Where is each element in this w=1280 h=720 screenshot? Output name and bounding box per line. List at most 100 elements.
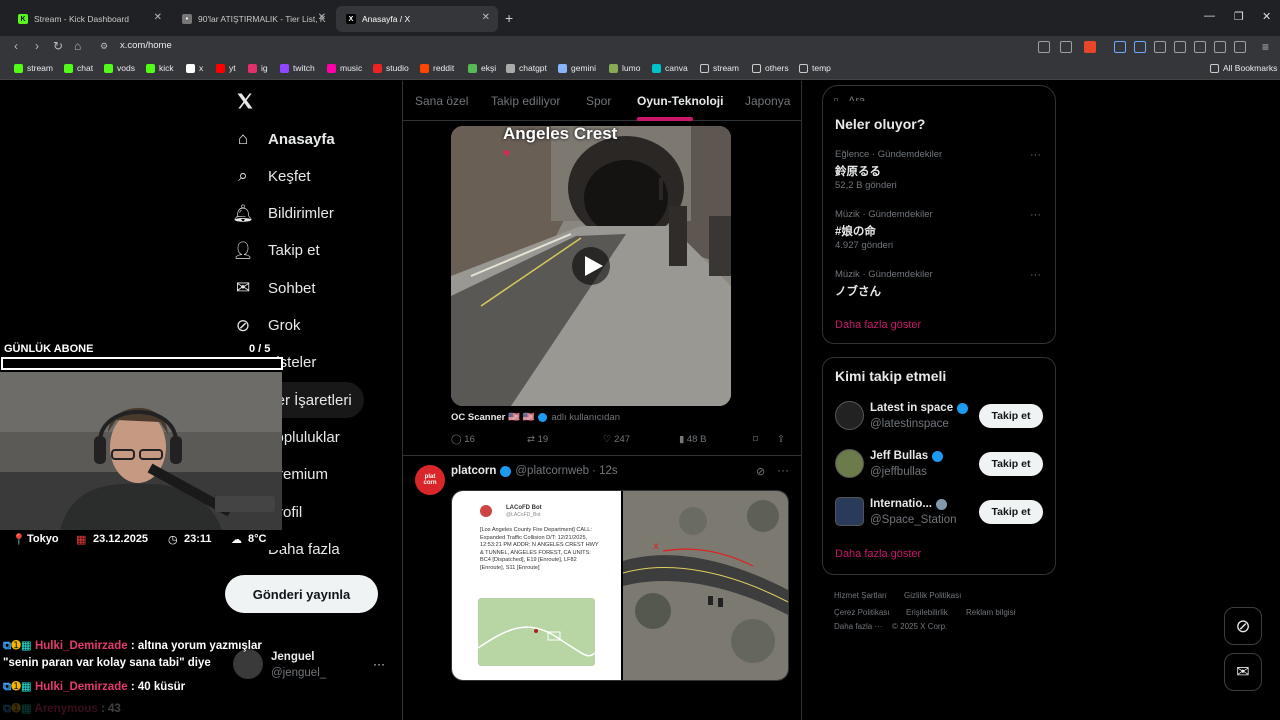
close-window-icon[interactable]: ✕ [1262,10,1271,23]
avatar[interactable]: plat corn [415,465,445,495]
reload-icon[interactable]: ↻ [53,39,63,53]
wallet-icon[interactable] [1214,41,1226,53]
grok-icon[interactable]: ⊘ [756,465,765,478]
brave-shield-icon[interactable] [1084,41,1096,53]
sidebar-item-4[interactable]: 👤︎ Takip et [232,241,320,261]
trend-item[interactable]: Müzik · Gündemdekiler #娘の命 4.927 gönderi ··… [823,209,1055,265]
sidebar-item-3[interactable]: 🔔︎ Bildirimler [232,204,334,224]
bookmark-6[interactable]: yt [216,63,236,73]
tab-sana-ozel[interactable]: Sana özel [415,94,468,108]
tab-oyun-teknoloji[interactable]: Oyun-Teknoloji [637,94,723,108]
bookmark-14[interactable]: gemini [558,63,596,73]
tab-japonya[interactable]: Japonya [745,94,790,108]
bookmark-1[interactable]: stream [14,63,53,73]
back-icon[interactable]: ‹ [14,39,18,53]
follow-suggestion[interactable]: Latest in space @latestinspace Takip et [823,398,1055,438]
footer-link[interactable]: Çerez Politikası [834,608,890,617]
bookmark-5[interactable]: x [186,63,203,73]
restore-icon[interactable]: ❐ [1234,10,1244,23]
new-tab-button[interactable]: + [505,10,513,26]
footer-link[interactable]: Erişilebilirlik [906,608,948,617]
footer-link[interactable]: Gizlilik Politikası [904,591,961,600]
close-icon[interactable]: ✕ [482,12,490,23]
extensions-icon[interactable] [1154,41,1166,53]
sidebar-item-5[interactable]: ✉ Sohbet [233,278,316,298]
tab-takip-ediliyor[interactable]: Takip ediliyor [491,94,560,108]
account-name[interactable]: Jenguel [271,651,314,663]
bookmark-12[interactable]: ekşi [468,63,496,73]
bookmark-7[interactable]: ig [248,63,268,73]
site-settings-icon[interactable]: ⚙ [100,41,108,52]
close-icon[interactable]: ✕ [318,12,326,23]
x-logo-icon[interactable] [235,91,255,113]
sidebar-item-2[interactable]: ⌕ Keşfet [233,166,310,186]
follow-button[interactable]: Takip et [979,452,1043,476]
author-name[interactable]: platcorn [451,465,496,477]
browser-tab-active[interactable]: X Anasayfa / X ✕ [336,6,498,32]
browser-tab[interactable]: K Stream - Kick Dashboard ✕ [8,6,170,32]
cast-icon[interactable] [1038,41,1050,53]
sidebar-item-6[interactable]: ⊘ Grok [233,316,301,336]
post-button[interactable]: Gönderi yayınla [225,575,378,613]
grok-button[interactable]: ⊘ [1224,607,1262,645]
footer-link[interactable]: Hizmet Şartları [834,591,887,600]
reader-icon[interactable] [1194,41,1206,53]
footer-link[interactable]: Daha fazla ··· [834,622,882,631]
avatar[interactable] [835,401,864,430]
extension-icon[interactable] [1114,41,1126,53]
share-icon[interactable]: ⇪ [777,434,785,445]
share-icon[interactable] [1060,41,1072,53]
sidebar-icon[interactable] [1174,41,1186,53]
browser-tab[interactable]: • 90'lar ATIŞTIRMALIK - Tier List, Kör S… [172,6,334,32]
more-dots-icon[interactable]: ··· [1030,269,1041,281]
trend-item[interactable]: Müzik · Gündemdekiler ノブさん ··· [823,269,1055,325]
menu-icon[interactable]: ≡ [1262,40,1269,54]
close-icon[interactable]: ✕ [154,12,162,23]
post-time[interactable]: · 12s [592,465,618,477]
bookmark-17[interactable]: stream [700,63,739,73]
sidebar-item-1[interactable]: ⌂ Anasayfa [233,129,335,149]
bookmark-4[interactable]: kick [146,63,174,73]
bookmark-2[interactable]: chat [64,63,93,73]
author-handle[interactable]: @platcornweb [515,465,589,477]
reply-button[interactable]: ◯ 16 [451,434,475,445]
address-bar[interactable]: x.com/home [120,40,172,51]
like-button[interactable]: ♡ 247 [603,434,630,445]
avatar[interactable] [835,449,864,478]
bookmark-9[interactable]: music [327,63,362,73]
extension-icon[interactable] [1134,41,1146,53]
post-media[interactable]: LACoFD Bot @LACoFD_Bot [Los Angeles Coun… [451,490,789,681]
bookmark-3[interactable]: vods [104,63,135,73]
follow-button[interactable]: Takip et [979,500,1043,524]
follow-name[interactable]: Internatio... [870,498,932,510]
bookmark-8[interactable]: twitch [280,63,315,73]
messages-button[interactable]: ✉ [1224,653,1262,691]
more-dots-icon[interactable]: ··· [1030,209,1041,221]
footer-link[interactable]: Reklam bilgisi [966,608,1015,617]
bookmark-19[interactable]: temp [799,63,831,73]
home-icon[interactable]: ⌂ [74,39,81,53]
follow-suggestion[interactable]: Jeff Bullas @jeffbullas Takip et [823,446,1055,486]
more-dots-icon[interactable]: ··· [373,657,385,671]
bookmark-icon[interactable]: ⌑ [753,434,758,445]
minimize-icon[interactable]: — [1204,10,1215,22]
bookmark-16[interactable]: canva [652,63,688,73]
bookmark-13[interactable]: chatgpt [506,63,547,73]
bookmark-15[interactable]: lumo [609,63,640,73]
video-player[interactable]: Angeles Crest ♥ [451,126,731,406]
bookmark-11[interactable]: reddit [420,63,454,73]
trend-item[interactable]: Eğlence · Gündemdekiler 鈴原るる 52,2 B gönder… [823,149,1055,205]
follow-name[interactable]: Latest in space [870,402,953,414]
follow-name[interactable]: Jeff Bullas [870,450,928,462]
all-bookmarks[interactable]: All Bookmarks [1210,63,1277,73]
source-name[interactable]: OC Scanner 🇺🇸 🇺🇸 [451,412,534,423]
views-button[interactable]: ▮ 48 B [679,434,706,445]
more-dots-icon[interactable]: ··· [777,463,789,477]
follow-button[interactable]: Takip et [979,404,1043,428]
tab-spor[interactable]: Spor [586,94,611,108]
bookmark-10[interactable]: studio [373,63,409,73]
show-more-link[interactable]: Daha fazla göster [835,319,921,331]
repost-button[interactable]: ⇄ 19 [527,434,548,445]
show-more-link[interactable]: Daha fazla göster [835,548,921,560]
link-icon[interactable] [1234,41,1246,53]
